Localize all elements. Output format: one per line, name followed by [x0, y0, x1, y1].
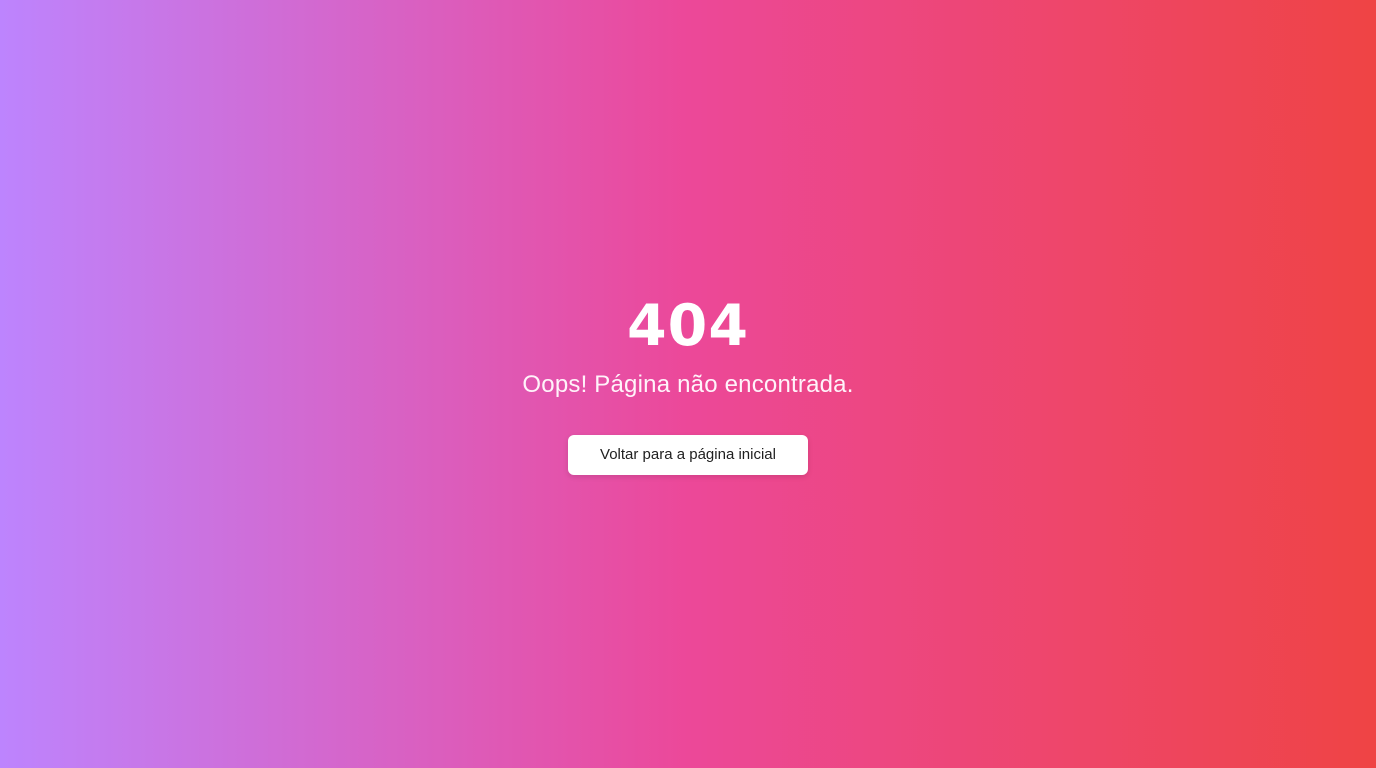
error-code: 404 — [627, 293, 749, 359]
not-found-content: 404 Oops! Página não encontrada. Voltar … — [0, 296, 1376, 475]
error-message: Oops! Página não encontrada. — [522, 371, 854, 398]
not-found-page: 404 Oops! Página não encontrada. Voltar … — [0, 0, 1376, 768]
back-home-button[interactable]: Voltar para a página inicial — [568, 435, 808, 475]
